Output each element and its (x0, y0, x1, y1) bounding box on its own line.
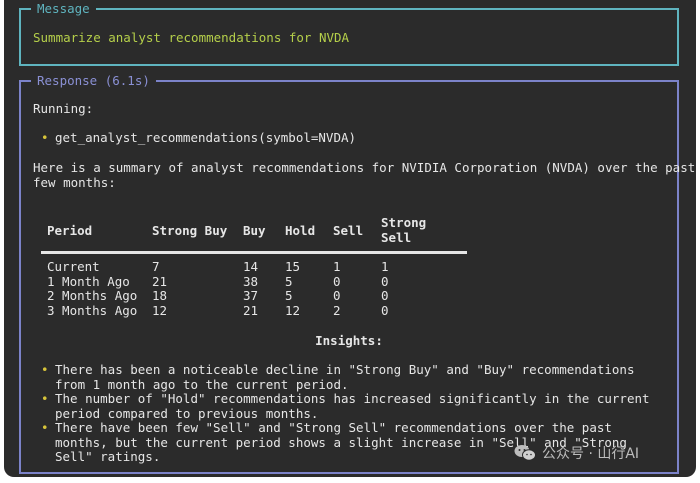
insight-text: The number of "Hold" recommendations has… (55, 391, 650, 421)
header-strong-sell: Strong Sell (375, 215, 467, 254)
cell-sell: 2 (333, 302, 341, 318)
table-header-row: Period Strong Buy Buy Hold Sell Strong S… (41, 215, 467, 254)
cell-sell: 0 (333, 273, 341, 289)
tool-call-text: get_analyst_recommendations(symbol=NVDA) (55, 130, 357, 145)
response-panel: Response (6.1s) Running: • get_analyst_r… (19, 73, 695, 474)
watermark-text: 公众号 · 山行AI (542, 446, 640, 462)
insight-text: There has been a noticeable decline in "… (55, 362, 635, 392)
message-text: Summarize analyst recommendations for NV… (33, 30, 350, 45)
table-row: 3 Months Ago 12 21 12 2 0 (41, 302, 467, 319)
cell-sell: 1 (333, 259, 341, 274)
header-hold: Hold (279, 215, 327, 254)
tool-call-item: • get_analyst_recommendations(symbol=NVD… (41, 130, 357, 146)
summary-line-1: Here is a summary of analyst recommendat… (33, 160, 696, 175)
message-panel: Message Summarize analyst recommendation… (19, 1, 679, 66)
cell-buy: 21 (243, 302, 259, 318)
cell-period: 2 Months Ago (47, 288, 138, 303)
cell-buy: 37 (243, 288, 259, 303)
header-sell: Sell (327, 215, 375, 254)
cell-sell: 0 (333, 288, 341, 303)
cell-period: Current (47, 259, 100, 274)
bullet-icon: • (41, 130, 49, 145)
cell-strong-sell: 1 (381, 259, 389, 274)
header-strong-buy: Strong Buy (146, 215, 237, 254)
cell-strong-buy: 18 (152, 288, 168, 303)
header-period: Period (41, 215, 146, 254)
cell-period: 3 Months Ago (47, 302, 138, 318)
cell-hold: 12 (285, 302, 301, 318)
cell-strong-buy: 21 (152, 273, 168, 289)
terminal-window: Message Summarize analyst recommendation… (4, 0, 696, 477)
bullet-icon: • (41, 391, 49, 406)
running-label: Running: (33, 101, 94, 116)
insight-item: • The number of "Hold" recommendations h… (41, 391, 665, 421)
insight-item: • There has been a noticeable decline in… (41, 362, 665, 392)
message-legend: Message (31, 1, 96, 17)
cell-hold: 5 (285, 273, 293, 289)
cell-strong-buy: 12 (152, 302, 168, 318)
tool-call-list: • get_analyst_recommendations(symbol=NVD… (41, 130, 357, 146)
bullet-icon: • (41, 362, 49, 377)
cell-buy: 38 (243, 273, 259, 289)
recommendations-table: Period Strong Buy Buy Hold Sell Strong S… (41, 215, 467, 318)
table-row: 1 Month Ago 21 38 5 0 0 (41, 273, 467, 290)
response-legend: Response (6.1s) (31, 73, 156, 89)
table-row: 2 Months Ago 18 37 5 0 0 (41, 288, 467, 304)
wechat-icon (514, 445, 536, 461)
cell-buy: 14 (243, 259, 259, 274)
watermark: 公众号 · 山行AI (514, 443, 639, 463)
bullet-icon: • (41, 420, 49, 435)
summary-line-2: few months: (33, 175, 116, 190)
cell-strong-sell: 0 (381, 273, 389, 289)
cell-hold: 15 (285, 259, 301, 274)
cell-period: 1 Month Ago (47, 273, 130, 289)
cell-strong-buy: 7 (152, 259, 160, 274)
cell-hold: 5 (285, 288, 293, 303)
insights-title: Insights: (315, 333, 383, 348)
cell-strong-sell: 0 (381, 288, 389, 303)
table-row: Current 7 14 15 1 1 (41, 253, 467, 275)
cell-strong-sell: 0 (381, 302, 389, 318)
header-buy: Buy (237, 215, 279, 254)
